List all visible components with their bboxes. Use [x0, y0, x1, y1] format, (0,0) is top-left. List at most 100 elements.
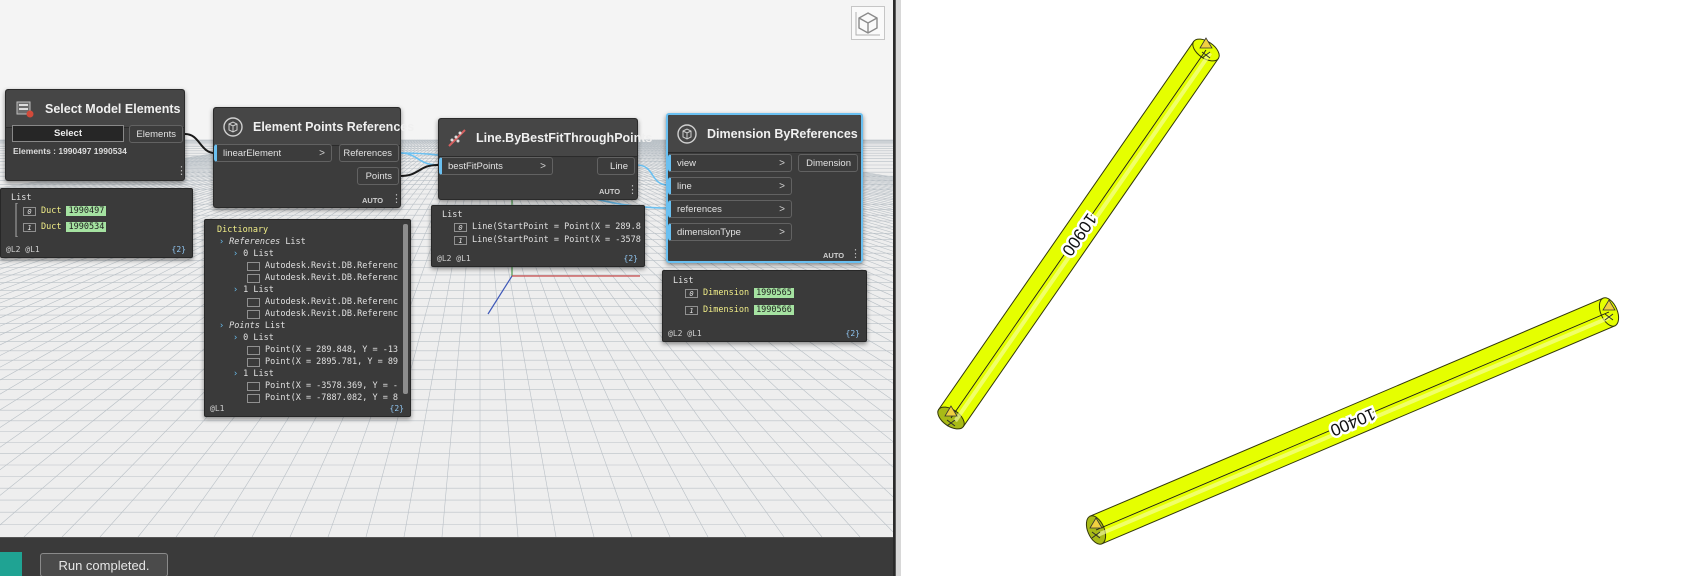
- input-port-best-fit-points[interactable]: bestFitPoints >: [439, 157, 553, 175]
- pane-splitter[interactable]: [893, 0, 901, 576]
- input-port-view[interactable]: view >: [668, 154, 792, 172]
- element-id-link[interactable]: 1990565: [754, 288, 794, 298]
- view-cube-button[interactable]: [851, 6, 885, 40]
- list-item: 1 Dimension 1990566: [685, 305, 794, 315]
- output-port-points[interactable]: Points: [357, 167, 399, 185]
- dictionary-text: Point(X = -3578.369, Y = -: [265, 381, 399, 391]
- list-count: {2}: [389, 404, 404, 413]
- preview-select-model-elements[interactable]: List 0 Duct 1990497 1 Duct 1990534 @L2 @…: [0, 188, 193, 258]
- list-index: 0: [685, 288, 698, 298]
- custom-node-icon: [222, 116, 244, 138]
- port-label: bestFitPoints: [448, 160, 503, 172]
- revit-3d-view[interactable]: 10900 10400: [901, 0, 1695, 576]
- dictionary-line: › Points List: [219, 321, 285, 331]
- output-port-dimension[interactable]: Dimension: [798, 154, 858, 172]
- input-port-linear-element[interactable]: linearElement >: [214, 144, 332, 162]
- node-dimension-by-references[interactable]: Dimension ByReferences view > line > refer…: [666, 113, 863, 263]
- element-id-link[interactable]: 1990497: [66, 206, 107, 216]
- output-port-references[interactable]: References: [339, 144, 399, 162]
- dictionary-line: Point(X = 289.848, Y = -13: [247, 345, 398, 355]
- dictionary-line: › References List: [219, 237, 306, 247]
- list-index: 1: [685, 305, 698, 315]
- node-header[interactable]: Line.ByBestFitThroughPoints: [439, 119, 652, 157]
- list-index: 1: [23, 222, 36, 232]
- preview-element-points-references[interactable]: Dictionary › References List › 0 List Autodes…: [204, 219, 411, 417]
- input-port-references[interactable]: references >: [668, 200, 792, 218]
- list-index: 0: [454, 222, 467, 232]
- lacing-label[interactable]: AUTO: [599, 187, 620, 196]
- list-value: Line(StartPoint = Point(X = -3578: [472, 235, 641, 245]
- chevron-right-icon[interactable]: ›: [219, 237, 224, 247]
- chevron-right-icon[interactable]: ›: [233, 333, 238, 343]
- input-port-line[interactable]: line >: [668, 177, 792, 195]
- lacing-label[interactable]: AUTO: [362, 196, 383, 205]
- duct-b[interactable]: 10400: [1083, 295, 1623, 547]
- port-label: Line: [610, 160, 628, 172]
- lacing-label[interactable]: AUTO: [823, 251, 844, 260]
- node-select-model-elements[interactable]: Select Model Elements Select Elements : …: [5, 89, 187, 181]
- elements-summary: Elements : 1990497 1990534: [13, 146, 127, 156]
- preview-dimension-by-references[interactable]: List 0 Dimension 1990565 1 Dimension 199…: [662, 270, 867, 342]
- port-label: Points: [365, 170, 392, 182]
- list-index: [247, 345, 260, 355]
- dictionary-line: Autodesk.Revit.DB.Referenc: [247, 261, 398, 271]
- list-item: 1 Duct 1990534: [23, 222, 107, 232]
- select-elements-icon: [14, 98, 36, 120]
- chevron-right-icon[interactable]: ›: [233, 285, 238, 295]
- select-button[interactable]: Select: [12, 125, 124, 142]
- output-port-line[interactable]: Line: [597, 157, 635, 175]
- chevron-right-icon: >: [779, 180, 785, 192]
- dynamo-canvas[interactable]: Select Model Elements Select Elements : …: [0, 0, 893, 537]
- list-index: [247, 357, 260, 367]
- node-menu-icon[interactable]: ⋮: [391, 194, 402, 205]
- list-levels: @L2 @L1: [6, 245, 40, 254]
- dictionary-line: Autodesk.Revit.DB.Referenc: [247, 297, 398, 307]
- preview-header: List: [673, 276, 694, 286]
- dictionary-line: Autodesk.Revit.DB.Referenc: [247, 309, 398, 319]
- list-key: Dimension: [703, 288, 750, 298]
- duct-a[interactable]: 10900: [934, 35, 1223, 434]
- list-levels: @L2 @L1: [437, 254, 471, 263]
- node-header[interactable]: Dimension ByReferences: [668, 115, 861, 153]
- input-port-dimension-type[interactable]: dimensionType >: [668, 223, 792, 241]
- dictionary-text: Autodesk.Revit.DB.Referenc: [265, 261, 399, 271]
- dictionary-text: Points: [229, 321, 260, 331]
- list-count: {2}: [171, 245, 186, 254]
- node-menu-icon[interactable]: ⋮: [627, 185, 638, 196]
- chevron-right-icon[interactable]: ›: [233, 369, 238, 379]
- list-item: 0 Line(StartPoint = Point(X = 289.8: [454, 222, 641, 232]
- dictionary-line: Point(X = -7887.082, Y = 8: [247, 393, 398, 403]
- port-label: References: [343, 147, 392, 159]
- node-menu-icon[interactable]: ⋮: [850, 249, 861, 260]
- dictionary-line: › 1 List: [233, 285, 274, 295]
- dictionary-text: 0 List: [243, 333, 274, 343]
- list-levels: @L2 @L1: [668, 329, 702, 338]
- preview-scrollbar[interactable]: [403, 224, 408, 394]
- node-line-by-best-fit-through-points[interactable]: Line.ByBestFitThroughPoints bestFitPoint…: [438, 118, 652, 200]
- output-port-elements[interactable]: Elements: [129, 125, 183, 143]
- preview-line-by-best-fit[interactable]: List 0 Line(StartPoint = Point(X = 289.8…: [431, 205, 645, 267]
- port-label: Dimension: [806, 157, 851, 169]
- node-header[interactable]: Select Model Elements: [6, 90, 184, 128]
- node-menu-icon[interactable]: ⋮: [176, 166, 187, 177]
- 3d-cube-icon: [855, 12, 880, 36]
- list-key: Duct: [41, 206, 62, 216]
- port-label: Elements: [136, 128, 176, 140]
- node-title: Select Model Elements: [45, 101, 181, 116]
- port-label: references: [677, 203, 722, 215]
- dictionary-line: Autodesk.Revit.DB.Referenc: [247, 273, 398, 283]
- dictionary-line: Point(X = -3578.369, Y = -: [247, 381, 398, 391]
- chevron-right-icon[interactable]: ›: [233, 249, 238, 259]
- status-bar: Run completed.: [0, 537, 893, 576]
- node-header[interactable]: Element Points References: [214, 108, 414, 146]
- run-button[interactable]: [0, 552, 22, 576]
- port-label: view: [677, 157, 697, 169]
- list-item: 1 Line(StartPoint = Point(X = -3578: [454, 235, 641, 245]
- node-element-points-references[interactable]: Element Points References linearElement >…: [213, 107, 414, 208]
- dictionary-line: › 0 List: [233, 333, 274, 343]
- element-id-link[interactable]: 1990534: [66, 222, 107, 232]
- element-id-link[interactable]: 1990566: [754, 305, 794, 315]
- list-key: Duct: [41, 222, 62, 232]
- chevron-right-icon[interactable]: ›: [219, 321, 224, 331]
- dictionary-text: Point(X = 2895.781, Y = 89: [265, 357, 399, 367]
